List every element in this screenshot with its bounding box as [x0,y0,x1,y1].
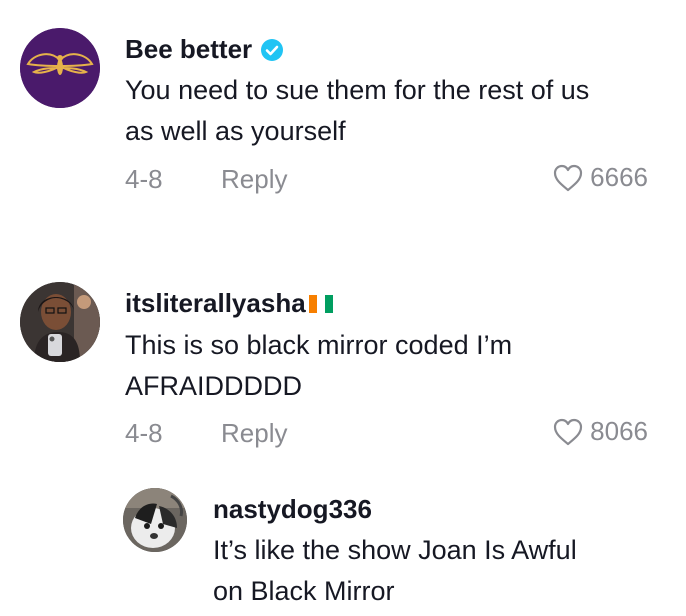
like-count: 8066 [590,416,648,446]
like-count: 6666 [590,162,648,192]
comment-text-line: This is so black mirror coded I’m [125,330,513,360]
username[interactable]: Bee better [125,34,284,65]
like-button[interactable]: 8066 [552,416,648,447]
reply-button[interactable]: Reply [221,164,287,195]
comment-text: It’s like the show Joan Is Awful on Blac… [213,530,577,612]
comment-text-line: as well as yourself [125,116,346,146]
heart-outline-icon [554,164,583,191]
username-text: itsliterallyasha [125,288,306,318]
username[interactable]: nastydog336 [213,494,372,525]
comment-text: You need to sue them for the rest of us … [125,70,589,152]
bee-logo-icon [20,28,100,108]
reply-button[interactable]: Reply [221,418,287,449]
avatar[interactable] [20,28,100,108]
like-button[interactable]: 6666 [552,162,648,193]
comment-2: itsliterallyasha This is so black mirror… [0,260,686,460]
comment-text-line: on Black Mirror [213,576,395,606]
profile-photo [123,488,187,552]
comment-text-line: It’s like the show Joan Is Awful [213,535,577,565]
username-text: Bee better [125,34,253,64]
comment-text-line: AFRAIDDDDD [125,371,303,401]
comment-text-line: You need to sue them for the rest of us [125,75,590,105]
comment-date: 4-8 [125,164,163,194]
username[interactable]: itsliterallyasha [125,288,333,319]
comment-date: 4-8 [125,418,163,448]
heart-outline-icon [554,418,583,445]
comment-1: Bee better You need to sue them for the … [0,0,686,200]
comment-text: This is so black mirror coded I’m AFRAID… [125,325,512,407]
avatar[interactable] [20,282,100,362]
avatar[interactable] [123,488,187,552]
comment-3-reply: nastydog336 It’s like the show Joan Is A… [0,470,686,616]
verified-badge-icon [260,38,284,62]
ivory-coast-flag-icon [308,294,333,313]
profile-photo [20,282,100,362]
